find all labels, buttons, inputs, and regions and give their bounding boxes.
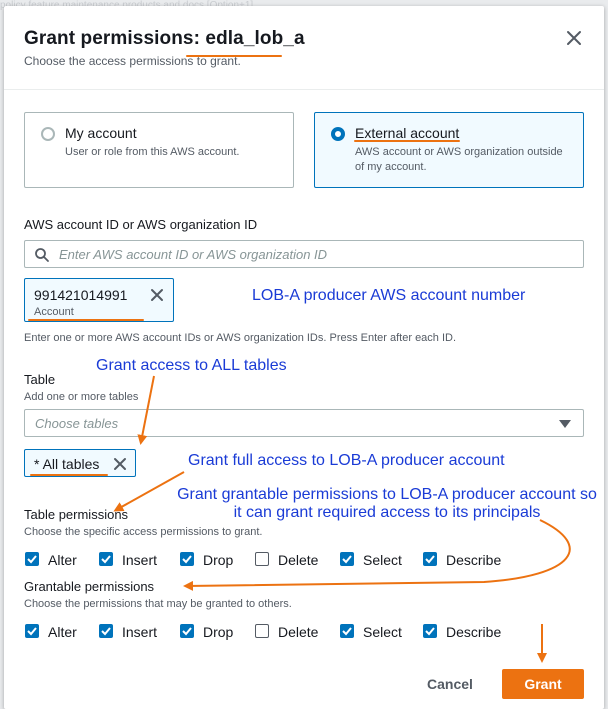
account-token: 991421014991 Account [24,278,174,322]
table-label: Table [24,372,56,387]
tables-annotation: Grant access to ALL tables [96,357,287,374]
check-icon [182,627,192,636]
full-access-annotation: Grant full access to LOB-A producer acco… [188,452,505,469]
caret-down-icon [559,420,571,428]
account-annotation: LOB-A producer AWS account number [252,287,526,304]
account-id-hint: Enter one or more AWS account IDs or AWS… [24,332,457,344]
account-token-underline-highlight [28,319,144,321]
check-icon [425,627,435,636]
close-icon [151,289,163,301]
dialog-title-prefix: Grant permissions: [24,28,201,49]
check-icon [342,627,352,636]
check-icon [101,627,111,636]
grantable-permissions-hint: Choose the permissions that may be grant… [24,598,292,610]
grantable-select-checkbox[interactable] [340,624,354,638]
remove-account-token-button[interactable] [149,287,165,308]
grantable-describe-checkbox[interactable] [423,624,437,638]
check-icon [182,555,192,564]
grantable-drop-checkbox[interactable] [180,624,194,638]
alter-label: Alter [48,552,77,568]
grant-permissions-dialog: Grant permissions: edla_lob_a Choose the… [4,6,604,709]
grantable-select-label: Select [363,624,402,640]
delete-checkbox[interactable] [255,552,269,566]
grantable-insert-checkbox[interactable] [99,624,113,638]
insert-label: Insert [122,552,158,568]
grantable-delete-label: Delete [278,624,319,640]
close-icon [567,31,581,45]
check-icon [27,555,37,564]
account-id-search-input[interactable]: Enter AWS account ID or AWS organization… [24,240,584,268]
cancel-button[interactable]: Cancel [412,670,488,698]
external-account-underline-highlight [354,140,460,142]
close-button[interactable] [562,26,586,50]
dialog-title: Grant permissions: edla_lob_a [24,28,305,50]
check-icon [425,555,435,564]
describe-label: Describe [446,552,502,568]
alter-checkbox[interactable] [25,552,39,566]
remove-table-token-button[interactable] [112,456,128,477]
grantable-alter-label: Alter [48,624,77,640]
choose-tables-select[interactable]: Choose tables [24,409,584,437]
account-token-type: Account [34,306,74,318]
select-checkbox[interactable] [340,552,354,566]
table-permissions-label: Table permissions [24,507,129,522]
grantable-permissions-label: Grantable permissions [24,579,155,594]
describe-checkbox[interactable] [423,552,437,566]
table-permissions-hint: Choose the specific access permissions t… [24,526,263,538]
grantable-annotation: Grant grantable permissions to LOB-A pro… [177,486,597,521]
check-icon [101,555,111,564]
external-account-description: AWS account or AWS organization outside … [355,146,563,173]
my-account-title: My account [65,125,137,141]
table-token-value: * All tables [34,456,100,472]
grantable-describe-label: Describe [446,624,502,640]
check-icon [342,555,352,564]
search-icon [35,248,49,262]
grant-button[interactable]: Grant [502,669,584,699]
external-account-radio[interactable] [331,127,345,141]
grantable-alter-checkbox[interactable] [25,624,39,638]
external-account-option[interactable]: External account AWS account or AWS orga… [314,112,584,188]
grantable-insert-label: Insert [122,624,158,640]
dialog-title-name: edla_lob_a [205,28,305,49]
delete-label: Delete [278,552,319,568]
table-hint: Add one or more tables [24,391,139,403]
table-token: * All tables [24,449,136,477]
grantable-delete-checkbox[interactable] [255,624,269,638]
select-label: Select [363,552,402,568]
close-icon [114,458,126,470]
table-token-underline-highlight [30,474,108,476]
check-icon [27,627,37,636]
grantable-drop-label: Drop [203,624,234,640]
my-account-radio[interactable] [41,127,55,141]
my-account-description: User or role from this AWS account. [65,146,240,158]
insert-checkbox[interactable] [99,552,113,566]
choose-tables-placeholder: Choose tables [35,416,119,431]
my-account-option[interactable]: My account User or role from this AWS ac… [24,112,294,188]
account-id-label: AWS account ID or AWS organization ID [24,217,258,232]
drop-checkbox[interactable] [180,552,194,566]
dialog-header: Grant permissions: edla_lob_a Choose the… [4,6,604,90]
title-underline-highlight [186,55,282,57]
account-id-placeholder: Enter AWS account ID or AWS organization… [59,247,328,262]
external-account-title: External account [355,125,460,141]
account-token-value: 991421014991 [34,287,128,303]
drop-label: Drop [203,552,234,568]
